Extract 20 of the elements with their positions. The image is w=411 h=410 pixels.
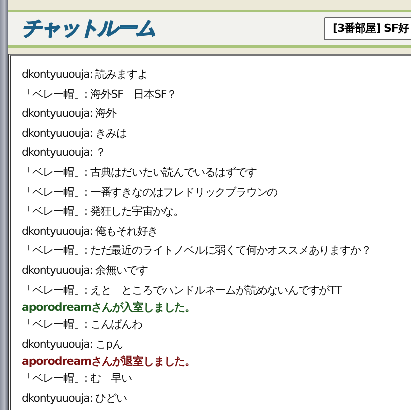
chat-message: dkontyuuouja: 俺もそれ好き	[22, 224, 160, 240]
chat-message: 「ベレー帽」: 古典はだいたい読んでいるはずです	[22, 164, 258, 181]
chat-message: 「ベレー帽」: えと ところでハンドルネームが読めないんですがTT	[22, 282, 344, 299]
chat-message: 「ベレー帽」: 一番すきなのはフレドリックブラウンの	[22, 184, 279, 201]
chat-message: dkontyuuouja: 海外	[22, 106, 118, 122]
chat-message: dkontyuuouja: きみは	[22, 126, 128, 142]
chat-message: dkontyuuouja: こpん	[22, 336, 124, 353]
chat-message: dkontyuuouja: 読みますよ	[22, 67, 149, 83]
chat-room-logo: チャットルーム	[22, 15, 155, 42]
chat-message: dkontyuuouja: 余無いです	[22, 262, 149, 279]
chat-message: dkontyuuouja: ひどい	[22, 390, 128, 407]
chat-message: aporodreamさんが入室しました。	[22, 300, 196, 316]
chat-message: dkontyuuouja: ？	[22, 145, 108, 162]
chat-message: aporodreamさんが退室しました。	[22, 354, 196, 370]
chat-message: 「ベレー帽」: 海外SF 日本SF？	[22, 86, 178, 103]
room-title: [3番部屋] SF好	[324, 17, 411, 40]
chat-message: 「ベレー帽」: ただ最近のライトノベルに弱くて何かオススメありますか？	[22, 243, 372, 260]
chat-message: 「ベレー帽」: 発狂した宇宙かな。	[22, 204, 186, 220]
chat-message: 「ベレー帽」: こんばんわ	[22, 317, 144, 334]
chat-message: 「ベレー帽」: む 早い	[22, 371, 134, 388]
